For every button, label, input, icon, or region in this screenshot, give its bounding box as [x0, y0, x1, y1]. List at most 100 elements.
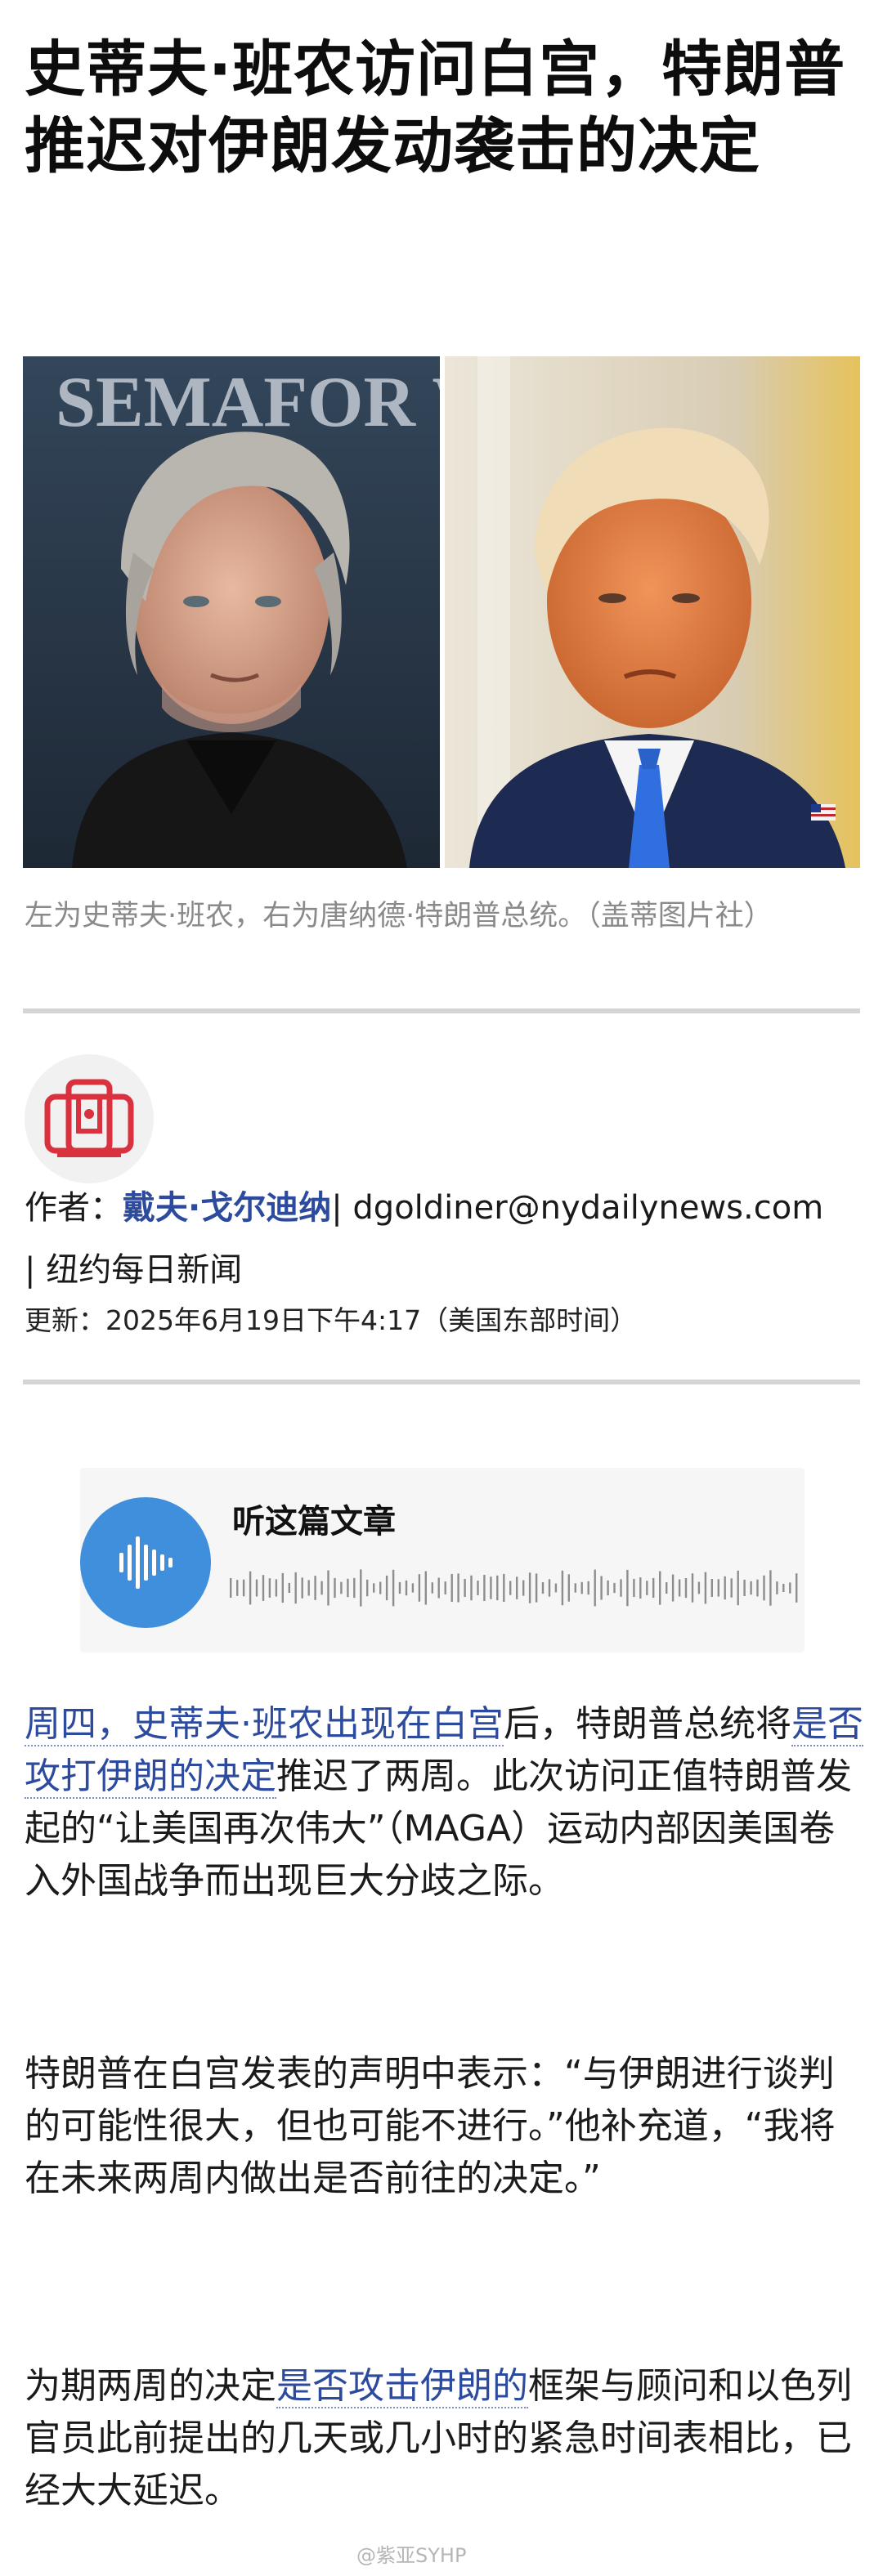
waveform-bar — [281, 1572, 284, 1603]
waveform-bar — [691, 1573, 694, 1603]
waveform-bar — [334, 1577, 336, 1599]
waveform-bar — [464, 1579, 466, 1597]
waveform-bar — [268, 1578, 271, 1598]
waveform-bar — [327, 1570, 329, 1606]
article-page: 史蒂夫·班农访问白宫，特朗普推迟对伊朗发动袭击的决定 SEMAFOR World… — [0, 0, 883, 2576]
attack-iran-link[interactable]: 是否攻击伊朗的 — [276, 2365, 528, 2408]
waveform-bar — [730, 1578, 733, 1598]
waveform-bar — [360, 1569, 362, 1607]
waveform-bar — [626, 1569, 629, 1607]
waveform-bar — [379, 1581, 382, 1594]
updated-timestamp: 更新：2025年6月19日下午4:17（美国东部时间） — [25, 1304, 638, 1336]
author-name-link[interactable]: 戴夫·戈尔迪纳 — [123, 1189, 331, 1227]
divider-bottom — [23, 1380, 860, 1384]
waveform-bar — [704, 1572, 707, 1604]
waveform-bar — [666, 1582, 668, 1594]
waveform-bar — [509, 1581, 512, 1595]
waveform-bar — [307, 1580, 310, 1596]
paragraph-3-text-a: 为期两周的决定 — [25, 2365, 276, 2407]
bannon-photo-illustration: SEMAFOR World Economy Summit — [23, 356, 440, 868]
waveform-bar — [230, 1578, 232, 1598]
author-prefix: 作者： — [25, 1189, 123, 1227]
waveform-bar — [470, 1575, 473, 1601]
waveform-bar — [483, 1575, 486, 1601]
waveform-bar — [249, 1571, 252, 1605]
waveform-bar — [613, 1582, 616, 1594]
waveform-bar — [789, 1582, 791, 1594]
waveform-bar — [496, 1575, 499, 1601]
waveform-bar — [366, 1579, 369, 1597]
waveform-bar — [340, 1581, 343, 1594]
waveform-bar — [411, 1583, 415, 1593]
waveform-bar — [554, 1583, 558, 1593]
audio-progress-waveform[interactable] — [229, 1559, 801, 1617]
bannon-white-house-link[interactable]: 周四，史蒂夫·班农出现在白宫 — [25, 1703, 504, 1746]
waveform-bar — [587, 1581, 589, 1595]
waveform-bar — [392, 1569, 395, 1607]
article-hero-images: SEMAFOR World Economy Summit — [23, 356, 860, 868]
waveform-bar — [743, 1579, 746, 1596]
paragraph-3: 为期两周的决定是否攻击伊朗的框架与顾问和以色列官员此前提出的几天或几小时的紧急时… — [25, 2360, 867, 2517]
waveform-bar — [418, 1574, 421, 1602]
backdrop-lettering: SEMAFOR World Economy Summit — [56, 363, 440, 442]
byline: 作者：戴夫·戈尔迪纳| dgoldiner@nydailynews.com | … — [25, 1177, 867, 1301]
waveform-bar — [561, 1570, 564, 1606]
waveform-bar — [457, 1573, 459, 1603]
paragraph-2: 特朗普在白宫发表的声明中表示：“与伊朗进行谈判的可能性很大，但也可能不进行。”他… — [25, 2053, 836, 2199]
waveform-bar — [769, 1570, 772, 1606]
waveform-bar — [671, 1574, 675, 1602]
waveform-bar — [437, 1577, 440, 1599]
waveform-bar — [678, 1579, 681, 1597]
waveform-bar — [398, 1581, 401, 1594]
watermark: @紫亚SYHP — [356, 2544, 467, 2567]
waveform-bar — [607, 1580, 609, 1596]
audio-waveform-icon — [119, 1536, 173, 1589]
waveform-bar — [737, 1570, 739, 1606]
waveform-bar — [541, 1582, 545, 1594]
publisher-logo-icon — [44, 1079, 134, 1157]
waveform-bar — [450, 1573, 453, 1602]
waveform-bar — [503, 1573, 505, 1602]
paragraph-1: 周四，史蒂夫·班农出现在白宫后，特朗普总统将是否攻打伊朗的决定推迟了两周。此次访… — [25, 1698, 867, 1907]
waveform-bar — [763, 1575, 765, 1601]
waveform-bar — [490, 1576, 492, 1599]
waveform-bar — [275, 1579, 278, 1597]
waveform-bar — [262, 1575, 265, 1601]
waveform-bar — [724, 1576, 726, 1600]
waveform-bar — [776, 1581, 778, 1594]
waveform-bar — [535, 1573, 538, 1603]
waveform-bar — [639, 1577, 642, 1599]
trump-photo — [445, 356, 860, 868]
audio-title: 听这篇文章 — [232, 1503, 396, 1541]
waveform-bar — [236, 1580, 239, 1596]
waveform-bar — [633, 1578, 635, 1598]
byline-separator-2: | — [25, 1251, 47, 1289]
byline-separator: | — [331, 1189, 353, 1227]
publication-name: 纽约每日新闻 — [46, 1251, 243, 1289]
waveform-bar — [684, 1578, 688, 1599]
waveform-bar — [548, 1579, 551, 1597]
waveform-bar — [255, 1579, 258, 1597]
waveform-bar — [646, 1581, 648, 1595]
waveform-bar — [320, 1581, 323, 1595]
waveform-bar — [580, 1581, 583, 1594]
waveform-bar — [528, 1572, 531, 1603]
publisher-logo[interactable] — [25, 1054, 154, 1183]
waveform-bar — [717, 1579, 719, 1597]
waveform-bar — [477, 1581, 479, 1595]
waveform-bar — [516, 1576, 518, 1599]
waveform-bar — [301, 1577, 303, 1599]
waveform-bar — [796, 1573, 798, 1603]
audio-play-button[interactable] — [80, 1497, 211, 1628]
waveform-bar — [431, 1582, 433, 1594]
waveform-bar — [710, 1579, 713, 1597]
waveform-bar — [314, 1576, 316, 1600]
divider-top — [23, 1008, 860, 1013]
listen-article-player[interactable]: 听这篇文章 — [80, 1468, 805, 1652]
waveform-bar — [385, 1575, 388, 1601]
waveform-bar — [242, 1579, 245, 1597]
waveform-bar — [373, 1583, 375, 1593]
waveform-bar — [567, 1574, 570, 1602]
waveform-bar — [405, 1580, 408, 1596]
waveform-bar — [424, 1571, 427, 1605]
